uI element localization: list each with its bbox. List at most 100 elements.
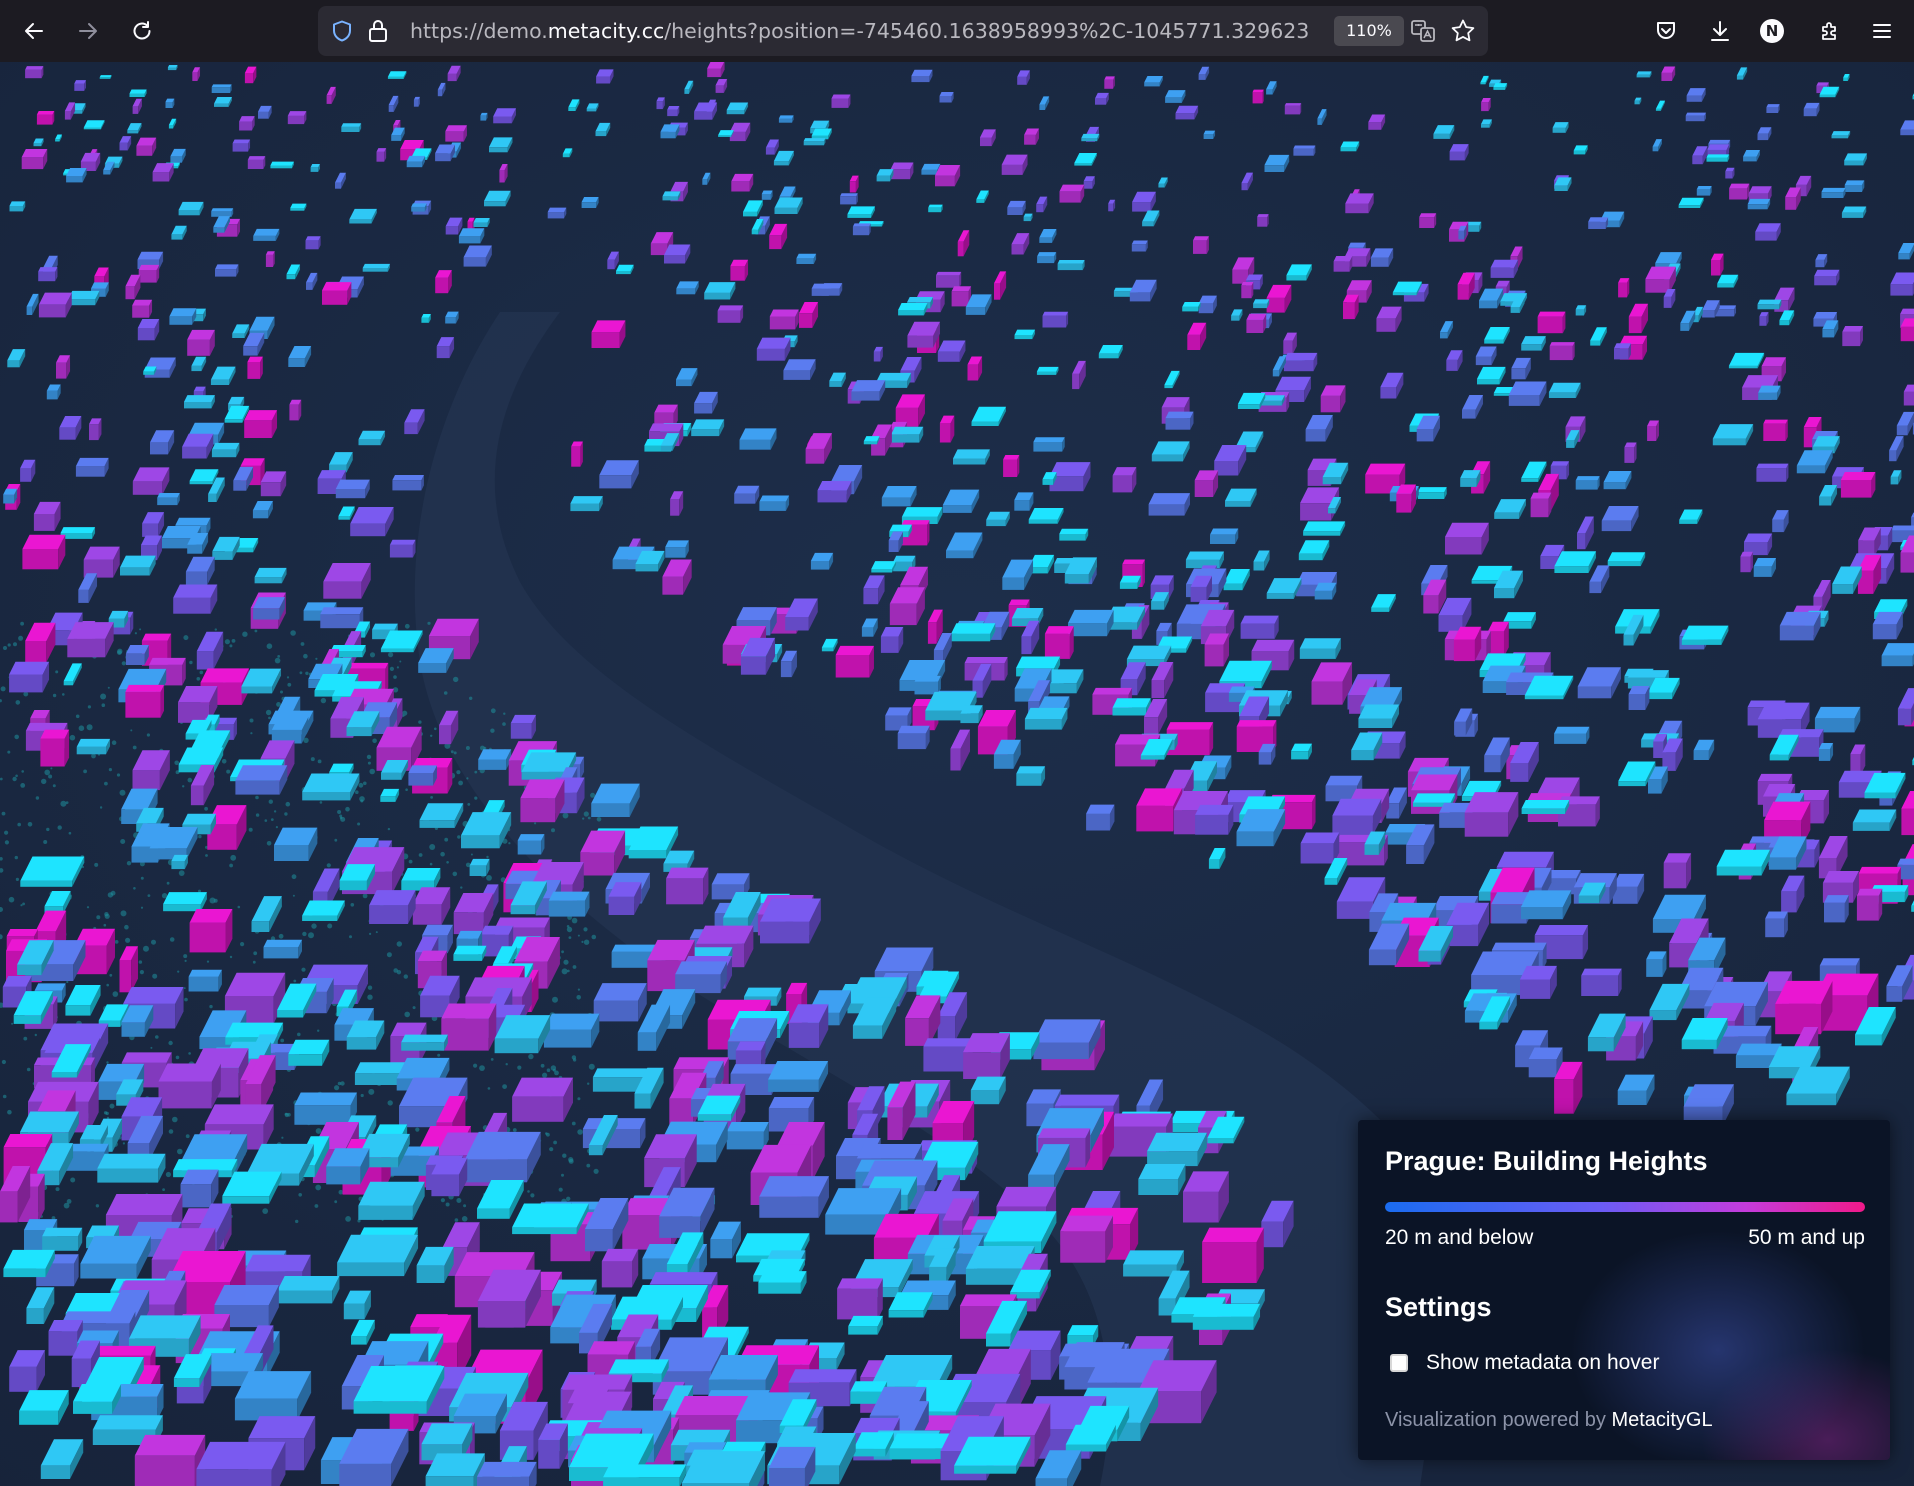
building: [3, 1249, 55, 1278]
building: [1291, 743, 1312, 760]
building: [891, 426, 924, 443]
building: [939, 92, 954, 103]
building: [581, 197, 599, 208]
tree: [326, 863, 331, 868]
building: [1581, 968, 1622, 996]
show-metadata-label[interactable]: Show metadata on hover: [1426, 1351, 1659, 1375]
reload-button[interactable]: [122, 11, 162, 51]
account-avatar[interactable]: N: [1760, 19, 1784, 43]
tree: [117, 648, 123, 654]
zoom-level-badge[interactable]: 110%: [1334, 16, 1404, 46]
translate-icon[interactable]: [1410, 18, 1436, 48]
building: [234, 1371, 312, 1421]
tree: [450, 750, 454, 754]
tree: [229, 644, 233, 648]
tree: [596, 817, 602, 822]
show-metadata-option[interactable]: Show metadata on hover: [1390, 1348, 1659, 1378]
tree: [205, 854, 208, 857]
tree: [368, 1088, 375, 1095]
tree: [334, 838, 338, 842]
building: [810, 552, 834, 570]
tree: [461, 1216, 468, 1222]
building: [1706, 154, 1730, 162]
tree: [120, 839, 126, 844]
tree: [125, 937, 131, 943]
building: [601, 1248, 639, 1288]
building: [1033, 1019, 1101, 1060]
building: [1193, 236, 1209, 254]
tree: [362, 893, 368, 899]
tree: [369, 652, 376, 658]
building: [1246, 313, 1267, 333]
url-bar[interactable]: https://demo.metacity.cc/heights?positio…: [318, 6, 1488, 56]
tree: [372, 738, 377, 744]
tree: [122, 1142, 125, 1145]
building: [1060, 1215, 1113, 1263]
tree: [229, 863, 234, 868]
tree: [120, 910, 127, 917]
tree: [386, 952, 392, 958]
tree: [242, 631, 248, 637]
building: [42, 1227, 83, 1251]
building: [36, 110, 55, 125]
downloads-button[interactable]: [1700, 11, 1740, 51]
building: [726, 102, 749, 115]
metacitygl-link[interactable]: MetacityGL: [1611, 1409, 1712, 1431]
show-metadata-checkbox[interactable]: [1390, 1354, 1408, 1372]
tree: [587, 1082, 590, 1085]
tree: [106, 1061, 109, 1064]
building: [760, 898, 821, 944]
building: [1419, 213, 1437, 228]
app-menu-button[interactable]: [1862, 11, 1902, 51]
building: [254, 567, 287, 584]
tree: [27, 822, 33, 827]
building: [1554, 551, 1597, 573]
extensions-button[interactable]: [1810, 11, 1850, 51]
url-text[interactable]: https://demo.metacity.cc/heights?positio…: [410, 6, 1310, 56]
pocket-button[interactable]: [1646, 11, 1686, 51]
tracking-shield-icon[interactable]: [330, 19, 354, 47]
tree: [230, 854, 237, 861]
building: [1147, 1132, 1207, 1167]
tree: [143, 945, 149, 952]
bookmark-star-icon[interactable]: [1450, 18, 1476, 48]
building: [1814, 269, 1840, 286]
building: [880, 627, 904, 653]
legend-title: Prague: Building Heights: [1385, 1146, 1708, 1176]
building: [1607, 552, 1646, 567]
building: [211, 208, 234, 217]
tree: [562, 812, 569, 819]
building: [1175, 105, 1199, 120]
tree: [108, 768, 112, 772]
building: [473, 218, 490, 228]
menu-icon: [1871, 20, 1893, 42]
forward-button[interactable]: [68, 11, 108, 51]
tree: [26, 1067, 31, 1072]
building: [290, 203, 307, 211]
tree: [44, 769, 50, 776]
building: [1624, 442, 1637, 463]
building: [1520, 890, 1572, 920]
lock-icon[interactable]: [366, 18, 390, 48]
tree: [334, 1085, 340, 1091]
tree: [444, 837, 449, 842]
building: [1753, 558, 1777, 577]
tree: [254, 629, 258, 633]
tree: [139, 970, 144, 975]
building: [89, 418, 102, 441]
tree: [517, 1065, 522, 1070]
building: [1856, 888, 1883, 921]
tree: [542, 1072, 548, 1078]
building: [835, 645, 874, 678]
tree: [21, 770, 25, 773]
tree: [7, 1109, 12, 1115]
building: [739, 428, 777, 450]
building: [1844, 180, 1865, 193]
tree: [172, 1116, 178, 1123]
building: [759, 495, 790, 511]
building: [939, 415, 955, 443]
back-button[interactable]: [14, 11, 54, 51]
building: [1636, 71, 1652, 78]
building: [837, 1278, 883, 1320]
building: [376, 148, 387, 162]
